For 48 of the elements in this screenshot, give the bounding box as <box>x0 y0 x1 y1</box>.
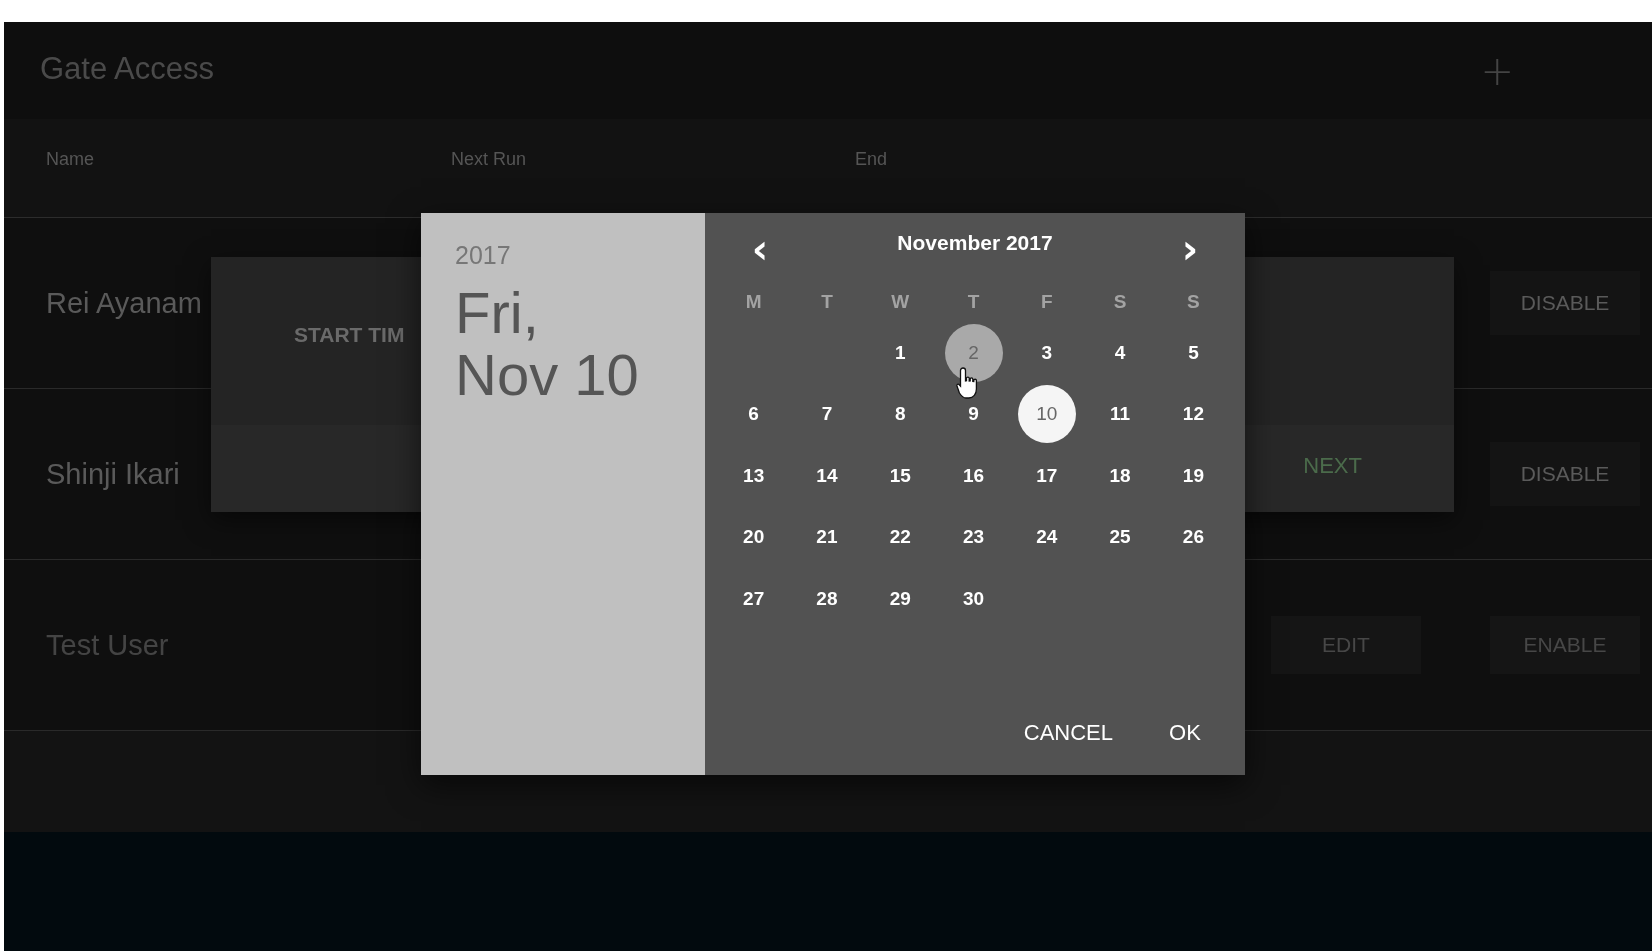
weekday-label: S <box>1113 291 1127 313</box>
day-button[interactable]: 18 <box>1091 446 1150 505</box>
column-header: End <box>855 148 889 170</box>
step-label: START TIM <box>294 323 405 347</box>
day-button[interactable]: 14 <box>797 446 856 505</box>
weekday-label: F <box>1041 291 1053 313</box>
day-button[interactable]: 1 <box>871 323 930 382</box>
user-name: Rei Ayanam <box>46 286 202 320</box>
column-header: Name <box>46 148 95 170</box>
weekday-label: T <box>821 291 833 313</box>
weekday-label: S <box>1187 291 1200 313</box>
day-button[interactable]: 21 <box>797 508 856 567</box>
weekday-label: W <box>891 291 910 313</box>
day-button[interactable]: 26 <box>1164 508 1223 567</box>
dialog-action-button[interactable]: CANCEL <box>1007 711 1129 755</box>
day-button[interactable]: 6 <box>724 385 783 444</box>
day-button[interactable]: 3 <box>1017 323 1076 382</box>
day-button[interactable]: 22 <box>871 508 930 567</box>
day-button[interactable]: 17 <box>1017 446 1076 505</box>
weekday-label: T <box>967 291 980 313</box>
day-button[interactable]: 24 <box>1017 508 1076 567</box>
day-button[interactable]: 7 <box>797 385 856 444</box>
selected-date-heading: Fri, Nov 10 <box>455 282 639 406</box>
user-name: Shinji Ikari <box>46 457 180 491</box>
day-button[interactable]: 5 <box>1164 323 1223 382</box>
day-button[interactable]: 8 <box>871 385 930 444</box>
day-button[interactable]: 23 <box>944 508 1003 567</box>
day-button[interactable]: 10 <box>1017 385 1076 444</box>
day-button[interactable]: 25 <box>1091 508 1150 567</box>
day-button[interactable]: 28 <box>797 569 856 628</box>
day-button[interactable]: 20 <box>724 508 783 567</box>
day-button[interactable]: 19 <box>1164 446 1223 505</box>
dialog-action-button[interactable]: OK <box>1153 711 1217 755</box>
day-button[interactable]: 4 <box>1091 323 1150 382</box>
day-button[interactable]: 11 <box>1091 385 1150 444</box>
month-title: November 2017 <box>897 231 1053 255</box>
day-button[interactable]: 12 <box>1164 385 1223 444</box>
day-button[interactable]: 15 <box>871 446 930 505</box>
previous-month-button[interactable]: ‹ <box>745 231 775 267</box>
weekday-label: M <box>745 291 762 313</box>
next-month-button[interactable]: › <box>1175 231 1205 267</box>
day-button[interactable]: 16 <box>944 446 1003 505</box>
day-button[interactable]: 13 <box>724 446 783 505</box>
app-title: Gate Access <box>40 50 215 87</box>
day-button[interactable]: 27 <box>724 569 783 628</box>
day-button[interactable]: 29 <box>871 569 930 628</box>
column-header: Next Run <box>451 148 528 170</box>
day-button[interactable]: 30 <box>944 569 1003 628</box>
